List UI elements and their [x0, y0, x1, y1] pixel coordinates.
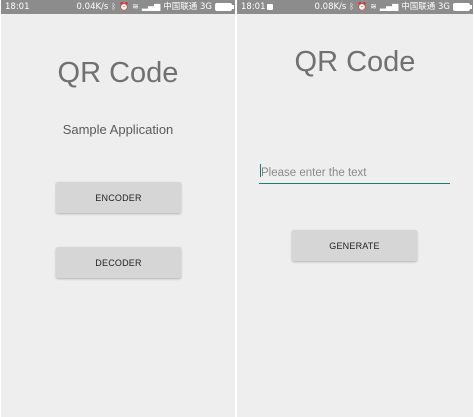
bluetooth-icon: ᛒ — [111, 2, 117, 11]
alarm-icon: ⏰ — [119, 2, 130, 11]
text-input-container — [259, 161, 450, 184]
app-subtitle: Sample Application — [62, 122, 174, 137]
network-speed: 0.08K/s — [314, 2, 347, 12]
encoder-screen: 18:01 0.08K/s ᛒ ⏰ ≋ ▂▄▆ 中国联通 3G QR Code … — [237, 0, 473, 417]
text-cursor — [260, 164, 261, 177]
status-indicators: 0.08K/s ᛒ ⏰ ≋ ▂▄▆ 中国联通 3G — [314, 0, 472, 14]
carrier-name: 中国联通 3G — [401, 2, 450, 12]
wifi-icon: ≋ — [132, 2, 139, 11]
app-title: QR Code — [57, 57, 179, 89]
battery-icon — [453, 3, 472, 11]
app-title: QR Code — [294, 46, 416, 78]
signal-icon: ▂▄▆ — [141, 2, 161, 11]
status-indicators: 0.04K/s ᛒ ⏰ ≋ ▂▄▆ 中国联通 3G — [76, 0, 234, 14]
encoder-button[interactable]: ENCODER — [56, 182, 181, 213]
notification-icon — [267, 4, 273, 10]
screenshot-frame: 18:01 0.04K/s ᛒ ⏰ ≋ ▂▄▆ 中国联通 3G QR Code … — [0, 0, 474, 417]
alarm-icon: ⏰ — [357, 2, 368, 11]
decoder-button[interactable]: DECODER — [56, 247, 181, 278]
status-time: 18:01 — [5, 2, 30, 12]
network-speed: 0.04K/s — [76, 2, 109, 12]
text-input[interactable] — [259, 163, 450, 183]
status-time: 18:01 — [241, 2, 266, 12]
generate-button[interactable]: GENERATE — [292, 230, 417, 261]
bluetooth-icon: ᛒ — [349, 2, 355, 11]
wifi-icon: ≋ — [370, 2, 377, 11]
signal-icon: ▂▄▆ — [379, 2, 399, 11]
status-bar: 18:01 0.08K/s ᛒ ⏰ ≋ ▂▄▆ 中国联通 3G — [237, 0, 473, 14]
carrier-name: 中国联通 3G — [163, 2, 212, 12]
status-bar: 18:01 0.04K/s ᛒ ⏰ ≋ ▂▄▆ 中国联通 3G — [1, 0, 235, 14]
battery-icon — [215, 3, 234, 11]
main-screen: 18:01 0.04K/s ᛒ ⏰ ≋ ▂▄▆ 中国联通 3G QR Code … — [1, 0, 235, 417]
